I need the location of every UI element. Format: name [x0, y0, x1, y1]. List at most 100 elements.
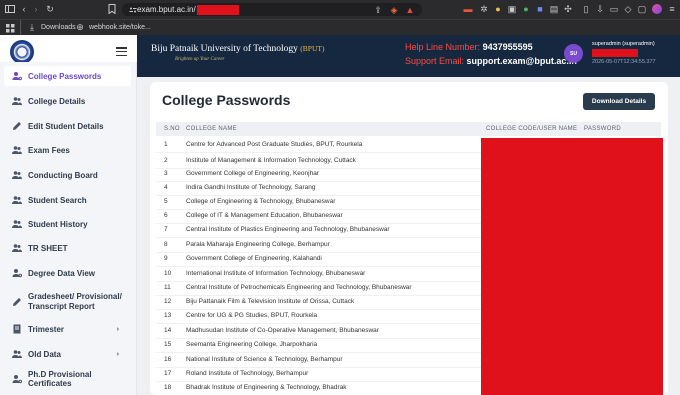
sidebar-item-old-data[interactable]: Old Data ›: [0, 344, 137, 364]
bookmark-label: webhook.site/toke...: [89, 23, 151, 31]
brave-shield-icon[interactable]: ◈: [388, 4, 400, 16]
users-icon: [12, 145, 22, 155]
globe-icon: ⊕: [76, 21, 84, 32]
users-icon: [12, 243, 22, 253]
profile-icon[interactable]: [652, 4, 662, 14]
wallet-icon[interactable]: ▢: [636, 3, 648, 15]
sidebar-item-student-search[interactable]: Student Search: [0, 190, 137, 210]
bookmark-label: Downloads: [41, 23, 76, 31]
sidebar-item-exam-fees[interactable]: Exam Fees: [0, 140, 137, 160]
sidebar-item-label: Degree Data View: [28, 268, 95, 278]
back-icon[interactable]: ‹: [18, 3, 30, 15]
users-icon: [12, 170, 22, 180]
bookmark-downloads[interactable]: ⤓ Downloads: [26, 21, 76, 33]
college-name-cell: Government College of Engineering, Keonj…: [186, 170, 319, 177]
sidebar-item-label: College Passwords: [28, 71, 102, 81]
support-email: Support Email: support.exam@bput.ac.in: [405, 56, 577, 66]
bookmark-webhook[interactable]: ⊕ webhook.site/toke...: [74, 21, 151, 33]
university-logo[interactable]: [10, 40, 34, 64]
sidebar-item-label: Student History: [28, 219, 88, 229]
address-bar[interactable]: exam.bput.ac.in/ ⇪ ◈ ▲: [122, 3, 422, 16]
vpn-icon[interactable]: ◇: [622, 3, 634, 15]
column-header-college-name: COLLEGE NAME: [186, 126, 237, 132]
extension-icon[interactable]: ●: [520, 3, 532, 15]
college-name-cell: Central Institute of Petrochemicals Engi…: [186, 284, 412, 291]
sidebar-item-label: Exam Fees: [28, 145, 70, 155]
sno-cell: 7: [164, 226, 168, 233]
sidebar-item-college-details[interactable]: College Details: [0, 91, 137, 111]
sidebar-item-student-history[interactable]: Student History: [0, 214, 137, 234]
extension-icon[interactable]: ▬: [462, 3, 474, 15]
college-name-cell: College of Engineering & Technology, Bhu…: [186, 198, 336, 205]
sidebar-item-conducting-board[interactable]: Conducting Board: [0, 165, 137, 185]
university-abbr: (BPUT): [300, 44, 325, 53]
sno-cell: 15: [164, 341, 172, 348]
college-name-cell: Parala Maharaja Engineering College, Ber…: [186, 241, 330, 248]
browser-toolbar: ‹ › ↻ exam.bput.ac.in/ ⇪ ◈ ▲ ▬ ✲ ● ▣ ● ■…: [0, 0, 680, 19]
extension-icon[interactable]: ●: [492, 3, 504, 15]
sidebar-item-gradesheet-report[interactable]: Gradesheet/ Provisional/ Transcript Repo…: [0, 288, 137, 316]
puzzle-icon[interactable]: ✣: [562, 3, 574, 15]
sidebar-item-degree-data-view[interactable]: Degree Data View: [0, 263, 137, 283]
bookmark-list-icon[interactable]: ▭: [608, 3, 620, 15]
sidebar-item-trimester[interactable]: Trimester ›: [0, 319, 137, 339]
college-name-cell: Institute of Management & Information Te…: [186, 157, 356, 164]
users-icon: [12, 219, 22, 229]
sno-cell: 5: [164, 198, 168, 205]
extension-icon[interactable]: ■: [534, 3, 546, 15]
menu-icon[interactable]: ≡: [666, 3, 678, 15]
helpline: Help Line Number: 9437955595: [405, 42, 533, 52]
avatar[interactable]: SU: [564, 44, 583, 63]
user-redaction: [592, 49, 638, 57]
college-name-cell: Government College of Engineering, Kalah…: [186, 255, 322, 262]
pencil-icon: [12, 121, 22, 131]
sno-cell: 16: [164, 356, 172, 363]
column-header-sno: S.NO: [164, 126, 180, 132]
downloads-icon[interactable]: ⇩: [594, 3, 606, 15]
support-email-value[interactable]: support.exam@bput.ac.in: [467, 56, 577, 66]
column-header-college-code: COLLEGE CODE/USER NAME: [486, 126, 578, 132]
sidebar-item-college-passwords[interactable]: College Passwords: [4, 66, 131, 86]
timestamp: 2026-05-07T12:34:55.377: [592, 59, 656, 65]
share-icon[interactable]: ⇪: [372, 4, 384, 16]
site-info-icon[interactable]: [128, 4, 137, 16]
bookmark-icon[interactable]: [106, 3, 118, 15]
user-key-icon: [12, 71, 22, 81]
sidebar-toggle-icon[interactable]: [4, 3, 16, 15]
college-name-cell: Centre for UG & PG Studies, BPUT, Rourke…: [186, 312, 318, 319]
sno-cell: 12: [164, 298, 172, 305]
extension-icon[interactable]: ▤: [548, 3, 560, 15]
bookmark-separator: [20, 20, 21, 35]
sno-cell: 13: [164, 312, 172, 319]
college-name-cell: Bhadrak Institute of Engineering & Techn…: [186, 384, 347, 391]
college-name-cell: Biju Pattanaik Film & Television Institu…: [186, 298, 355, 305]
university-name-text: Biju Patnaik University of Technology: [151, 44, 298, 54]
sidebar-item-label-group: Gradesheet/ Provisional/ Transcript Repo…: [28, 292, 122, 312]
user-key-icon: [12, 374, 22, 384]
sidebar-item-label: Ph.D Provisional Certificates: [28, 370, 92, 388]
brave-rewards-icon[interactable]: ▲: [404, 4, 416, 16]
credentials-redaction: [481, 138, 663, 395]
sidebar-item-edit-student-details[interactable]: Edit Student Details: [0, 116, 137, 136]
bookmarks-bar: ⤓ Downloads ⊕ webhook.site/toke...: [0, 19, 680, 35]
table-header: S.NO COLLEGE NAME COLLEGE CODE/USER NAME…: [156, 122, 661, 136]
sidebar-item-label: Edit Student Details: [28, 121, 104, 131]
sidebar-item-label: Old Data: [28, 349, 61, 359]
sidebar-item-label: Transcript Report: [28, 302, 95, 311]
hamburger-menu-icon[interactable]: [116, 47, 127, 56]
sidebar-panel-icon[interactable]: ▯: [580, 3, 592, 15]
apps-grid-icon[interactable]: [4, 22, 16, 34]
extension-icon[interactable]: ✲: [478, 3, 490, 15]
column-header-password: PASSWORD: [584, 126, 621, 132]
university-tagline: Brighten up Your Career: [175, 57, 225, 62]
forward-icon[interactable]: ›: [30, 3, 42, 15]
sidebar-item-phd-certificates[interactable]: Ph.D Provisional Certificates: [0, 369, 137, 389]
download-details-button[interactable]: Download Details: [583, 93, 655, 110]
sno-cell: 1: [164, 141, 168, 148]
university-name: Biju Patnaik University of Technology (B…: [151, 44, 324, 54]
user-name: superadmin (superadmin): [592, 41, 655, 47]
main-card: College Passwords Download Details S.NO …: [150, 82, 668, 395]
reload-icon[interactable]: ↻: [44, 3, 56, 15]
sidebar-item-tr-sheet[interactable]: TR SHEET: [0, 238, 137, 258]
extension-icon[interactable]: ▣: [506, 3, 518, 15]
